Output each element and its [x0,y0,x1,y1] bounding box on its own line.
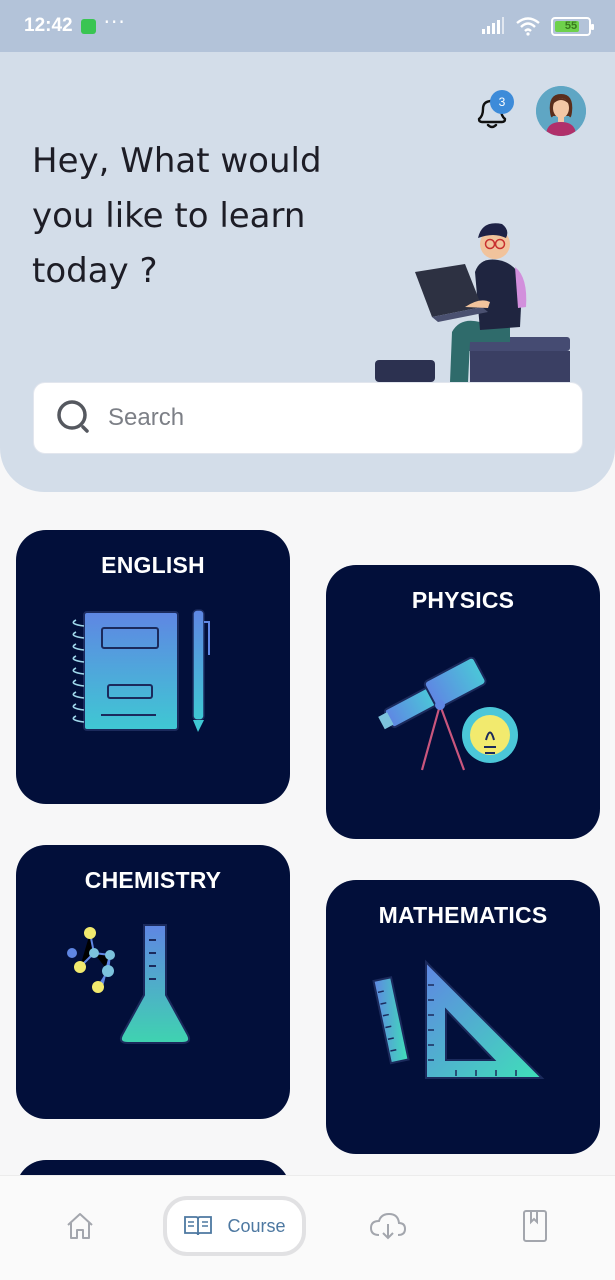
bottom-nav: Course [0,1175,615,1280]
notification-badge: 3 [490,90,514,114]
avatar[interactable] [536,86,586,136]
wifi-icon [516,17,540,36]
flask-molecule-icon [67,924,191,1044]
search-input[interactable] [108,404,548,432]
bookmark-icon [523,1210,547,1242]
nav-downloads[interactable] [358,1196,418,1256]
student-laptop-illustration [375,223,570,382]
battery-icon: 55 [551,16,594,36]
telescope-lightbulb-icon [378,656,518,771]
course-card-chemistry[interactable]: CHEMISTRY [16,845,290,1119]
home-icon [67,1213,93,1239]
course-card-mathematics[interactable]: MATHEMATICS [326,880,600,1154]
app-notification-icon [80,18,96,34]
nav-course-label: Course [227,1215,286,1236]
book-icon [184,1216,213,1236]
status-indicators: 55 [481,16,594,36]
notebook-pen-icon [72,609,210,732]
nav-bookmarks[interactable] [505,1196,565,1256]
status-bar: 12:42 ··· 55 [0,0,615,52]
search-icon [57,400,89,433]
user-avatar-icon [536,86,586,136]
cloud-download-icon [369,1212,407,1240]
nav-course[interactable]: Course [163,1196,306,1256]
course-card-physics[interactable]: PHYSICS [326,565,600,839]
page-title: Hey, What would you like to learn today … [32,141,322,291]
course-card-english[interactable]: ENGLISH [16,530,290,804]
more-notifications-icon: ··· [103,10,126,34]
signal-icon [482,17,504,34]
battery-level: 55 [564,20,578,32]
ruler-triangle-icon [372,959,545,1079]
search-bar[interactable] [33,382,583,454]
status-time: 12:42 [24,15,73,36]
nav-home[interactable] [50,1196,110,1256]
